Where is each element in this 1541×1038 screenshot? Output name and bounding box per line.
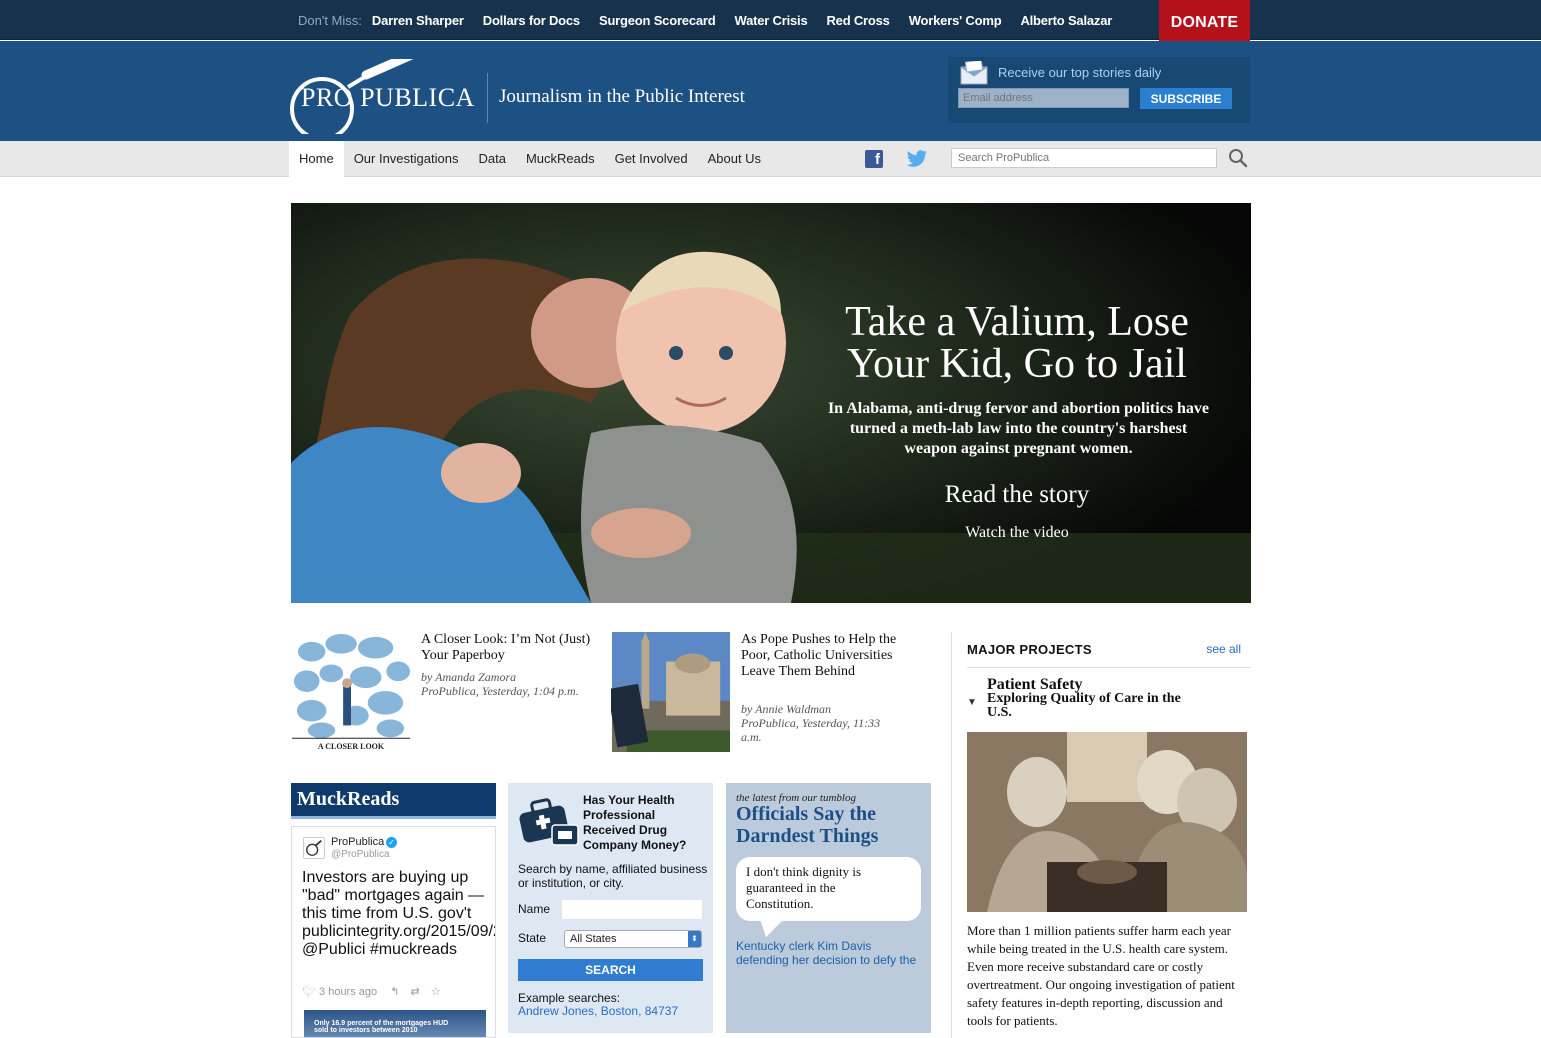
story-byline: by Amanda Zamora — [421, 670, 517, 684]
subscribe-button[interactable]: SUBSCRIBE — [1140, 88, 1232, 109]
newsletter-signup: Receive our top stories daily SUBSCRIBE — [948, 57, 1250, 123]
quote-text: I don't think dignity is guaranteed in t… — [746, 864, 862, 911]
quote-caption[interactable]: Kentucky clerk Kim Davis defending her d… — [736, 939, 926, 967]
nav-item-our-investigations[interactable]: Our Investigations — [344, 141, 469, 177]
twitter-icon[interactable] — [906, 150, 928, 168]
newsletter-label: Receive our top stories daily — [998, 65, 1162, 80]
name-label: Name — [518, 902, 551, 916]
example-searches: Andrew Jones, Boston, 84737 — [518, 1004, 679, 1018]
story-meta: ProPublica, Yesterday, 1:04 p.m. — [421, 684, 579, 698]
story-byline: by Annie Waldman — [741, 702, 831, 716]
dont-miss-link-water-crisis[interactable]: Water Crisis — [735, 13, 808, 28]
tweet-actions: 🐦︎ 3 hours ago ↰ ⇄ ☆ — [302, 985, 441, 998]
search-input[interactable] — [951, 148, 1217, 168]
tumblog-module: the latest from our tumblog Officials Sa… — [726, 783, 931, 1033]
muckreads-title: MuckReads — [297, 788, 400, 810]
surgeons-photo[interactable] — [967, 732, 1247, 912]
story-card: As Pope Pushes to Help the Poor, Catholi… — [611, 632, 911, 754]
example-search-link[interactable]: Andrew Jones — [518, 1004, 594, 1018]
tweet-timestamp[interactable]: 3 hours ago — [319, 986, 377, 998]
nav-item-home[interactable]: Home — [289, 141, 344, 177]
project-description: More than 1 million patients suffer harm… — [967, 923, 1235, 1028]
docs-description: Search by name, affiliated business or i… — [518, 862, 708, 890]
example-search-link[interactable]: Boston — [601, 1004, 638, 1018]
nav-item-data[interactable]: Data — [468, 141, 515, 177]
project-subtitle[interactable]: Exploring Quality of Care in the U.S. — [987, 692, 1197, 720]
email-field[interactable] — [958, 88, 1129, 108]
facebook-icon[interactable]: f — [865, 150, 883, 168]
masthead: PRO PUBLICA Journalism in the Public Int… — [0, 41, 1541, 141]
story-headline[interactable]: A Closer Look: I’m Not (Just) Your Paper… — [421, 632, 596, 664]
dont-miss-link-dollars-for-docs[interactable]: Dollars for Docs — [483, 13, 580, 28]
sidebar-divider — [951, 632, 952, 1038]
tweet-image[interactable]: Only 16.9 percent of the mortgages HUD s… — [304, 1010, 486, 1037]
dont-miss-link-darren-sharper[interactable]: Darren Sharper — [372, 13, 464, 28]
state-select-value: All States — [570, 933, 617, 945]
nav-item-get-involved[interactable]: Get Involved — [605, 141, 698, 177]
quote-bubble-tail — [760, 919, 784, 937]
twitter-bird-icon: 🐦︎ — [302, 986, 316, 998]
logo-wordmark: PRO PUBLICA — [301, 83, 475, 112]
tweet-author-name[interactable]: ProPublica — [331, 836, 384, 848]
envelope-icon — [960, 61, 988, 85]
tweet-author-handle[interactable]: @ProPublica — [331, 849, 390, 860]
example-search-link[interactable]: 84737 — [645, 1004, 678, 1018]
retweet-icon[interactable]: ⇄ — [410, 986, 419, 998]
tweet-image-text: Only 16.9 percent of the mortgages HUD s… — [314, 1020, 449, 1034]
reply-icon[interactable]: ↰ — [390, 986, 399, 998]
tagline: Journalism in the Public Interest — [499, 86, 745, 107]
docs-title: Has Your Health Professional Received Dr… — [583, 793, 687, 852]
dont-miss-label: Don't Miss: — [298, 12, 362, 28]
see-all-link[interactable]: see all — [1206, 642, 1241, 656]
watch-the-video-link[interactable]: Watch the video — [811, 524, 1223, 542]
docs-search-button[interactable]: SEARCH — [518, 959, 703, 981]
tweet-text: Investors are buying up "bad" mortgages … — [302, 869, 495, 958]
masthead-divider — [487, 73, 488, 123]
example-searches-label: Example searches: — [518, 991, 621, 1005]
dont-miss-bar: Don't Miss: Darren Sharper Dollars for D… — [0, 0, 1541, 40]
muckreads-header[interactable]: MuckReads — [291, 783, 496, 819]
dont-miss-link-alberto-salazar[interactable]: Alberto Salazar — [1020, 13, 1112, 28]
state-label: State — [518, 931, 547, 945]
muckreads-module: MuckReads ProPublica ✓ @ProPublica Inves… — [291, 783, 496, 1038]
story-card: A CLOSER LOOK A Closer Look: I’m Not (Ju… — [291, 632, 591, 754]
favorite-icon[interactable]: ☆ — [431, 986, 441, 998]
nav-item-about-us[interactable]: About Us — [698, 141, 771, 177]
propublica-avatar-icon — [303, 837, 325, 859]
dont-miss-link-red-cross[interactable]: Red Cross — [826, 13, 889, 28]
closer-look-thumbnail[interactable] — [291, 632, 411, 752]
embedded-tweet[interactable]: ProPublica ✓ @ProPublica Investors are b… — [291, 826, 496, 1038]
search-icon[interactable] — [1228, 148, 1248, 168]
hero-feature[interactable]: Take a Valium, Lose Your Kid, Go to Jail… — [291, 203, 1251, 603]
select-arrow-icon: ⬍ — [688, 931, 701, 947]
story-meta: ProPublica, Yesterday, 11:33 a.m. — [741, 716, 881, 744]
read-the-story-link[interactable]: Read the story — [811, 481, 1223, 509]
dont-miss-link-surgeon-scorecard[interactable]: Surgeon Scorecard — [599, 13, 716, 28]
medical-bag-icon — [519, 798, 579, 846]
verified-badge-icon: ✓ — [386, 837, 397, 848]
tumblog-title[interactable]: Officials Say the Darndest Things — [736, 803, 926, 847]
donate-button[interactable]: DONATE — [1159, 0, 1250, 45]
closer-look-caption: A CLOSER LOOK — [317, 742, 385, 751]
state-select[interactable]: All States ⬍ — [564, 930, 702, 948]
hero-headline[interactable]: Take a Valium, Lose Your Kid, Go to Jail — [811, 301, 1223, 385]
major-projects-title: MAJOR PROJECTS — [967, 642, 1092, 657]
nav-item-muckreads[interactable]: MuckReads — [516, 141, 605, 177]
hero-dek: In Alabama, anti-drug fervor and abortio… — [827, 400, 1210, 457]
name-field[interactable] — [562, 900, 702, 919]
expand-arrow-icon[interactable]: ▼ — [967, 697, 977, 708]
quote-bubble: I don't think dignity is guaranteed in t… — [736, 857, 921, 921]
dont-miss-link-workers-comp[interactable]: Workers' Comp — [909, 13, 1002, 28]
dollars-for-docs-module: Has Your Health Professional Received Dr… — [508, 783, 713, 1033]
story-headline[interactable]: As Pope Pushes to Help the Poor, Catholi… — [741, 632, 916, 680]
magnifier-handle-icon — [361, 59, 414, 80]
catholic-university-thumbnail[interactable] — [611, 632, 731, 752]
major-projects-header: MAJOR PROJECTS see all — [967, 642, 1250, 668]
main-nav: Home Our Investigations Data MuckReads G… — [0, 141, 1541, 177]
